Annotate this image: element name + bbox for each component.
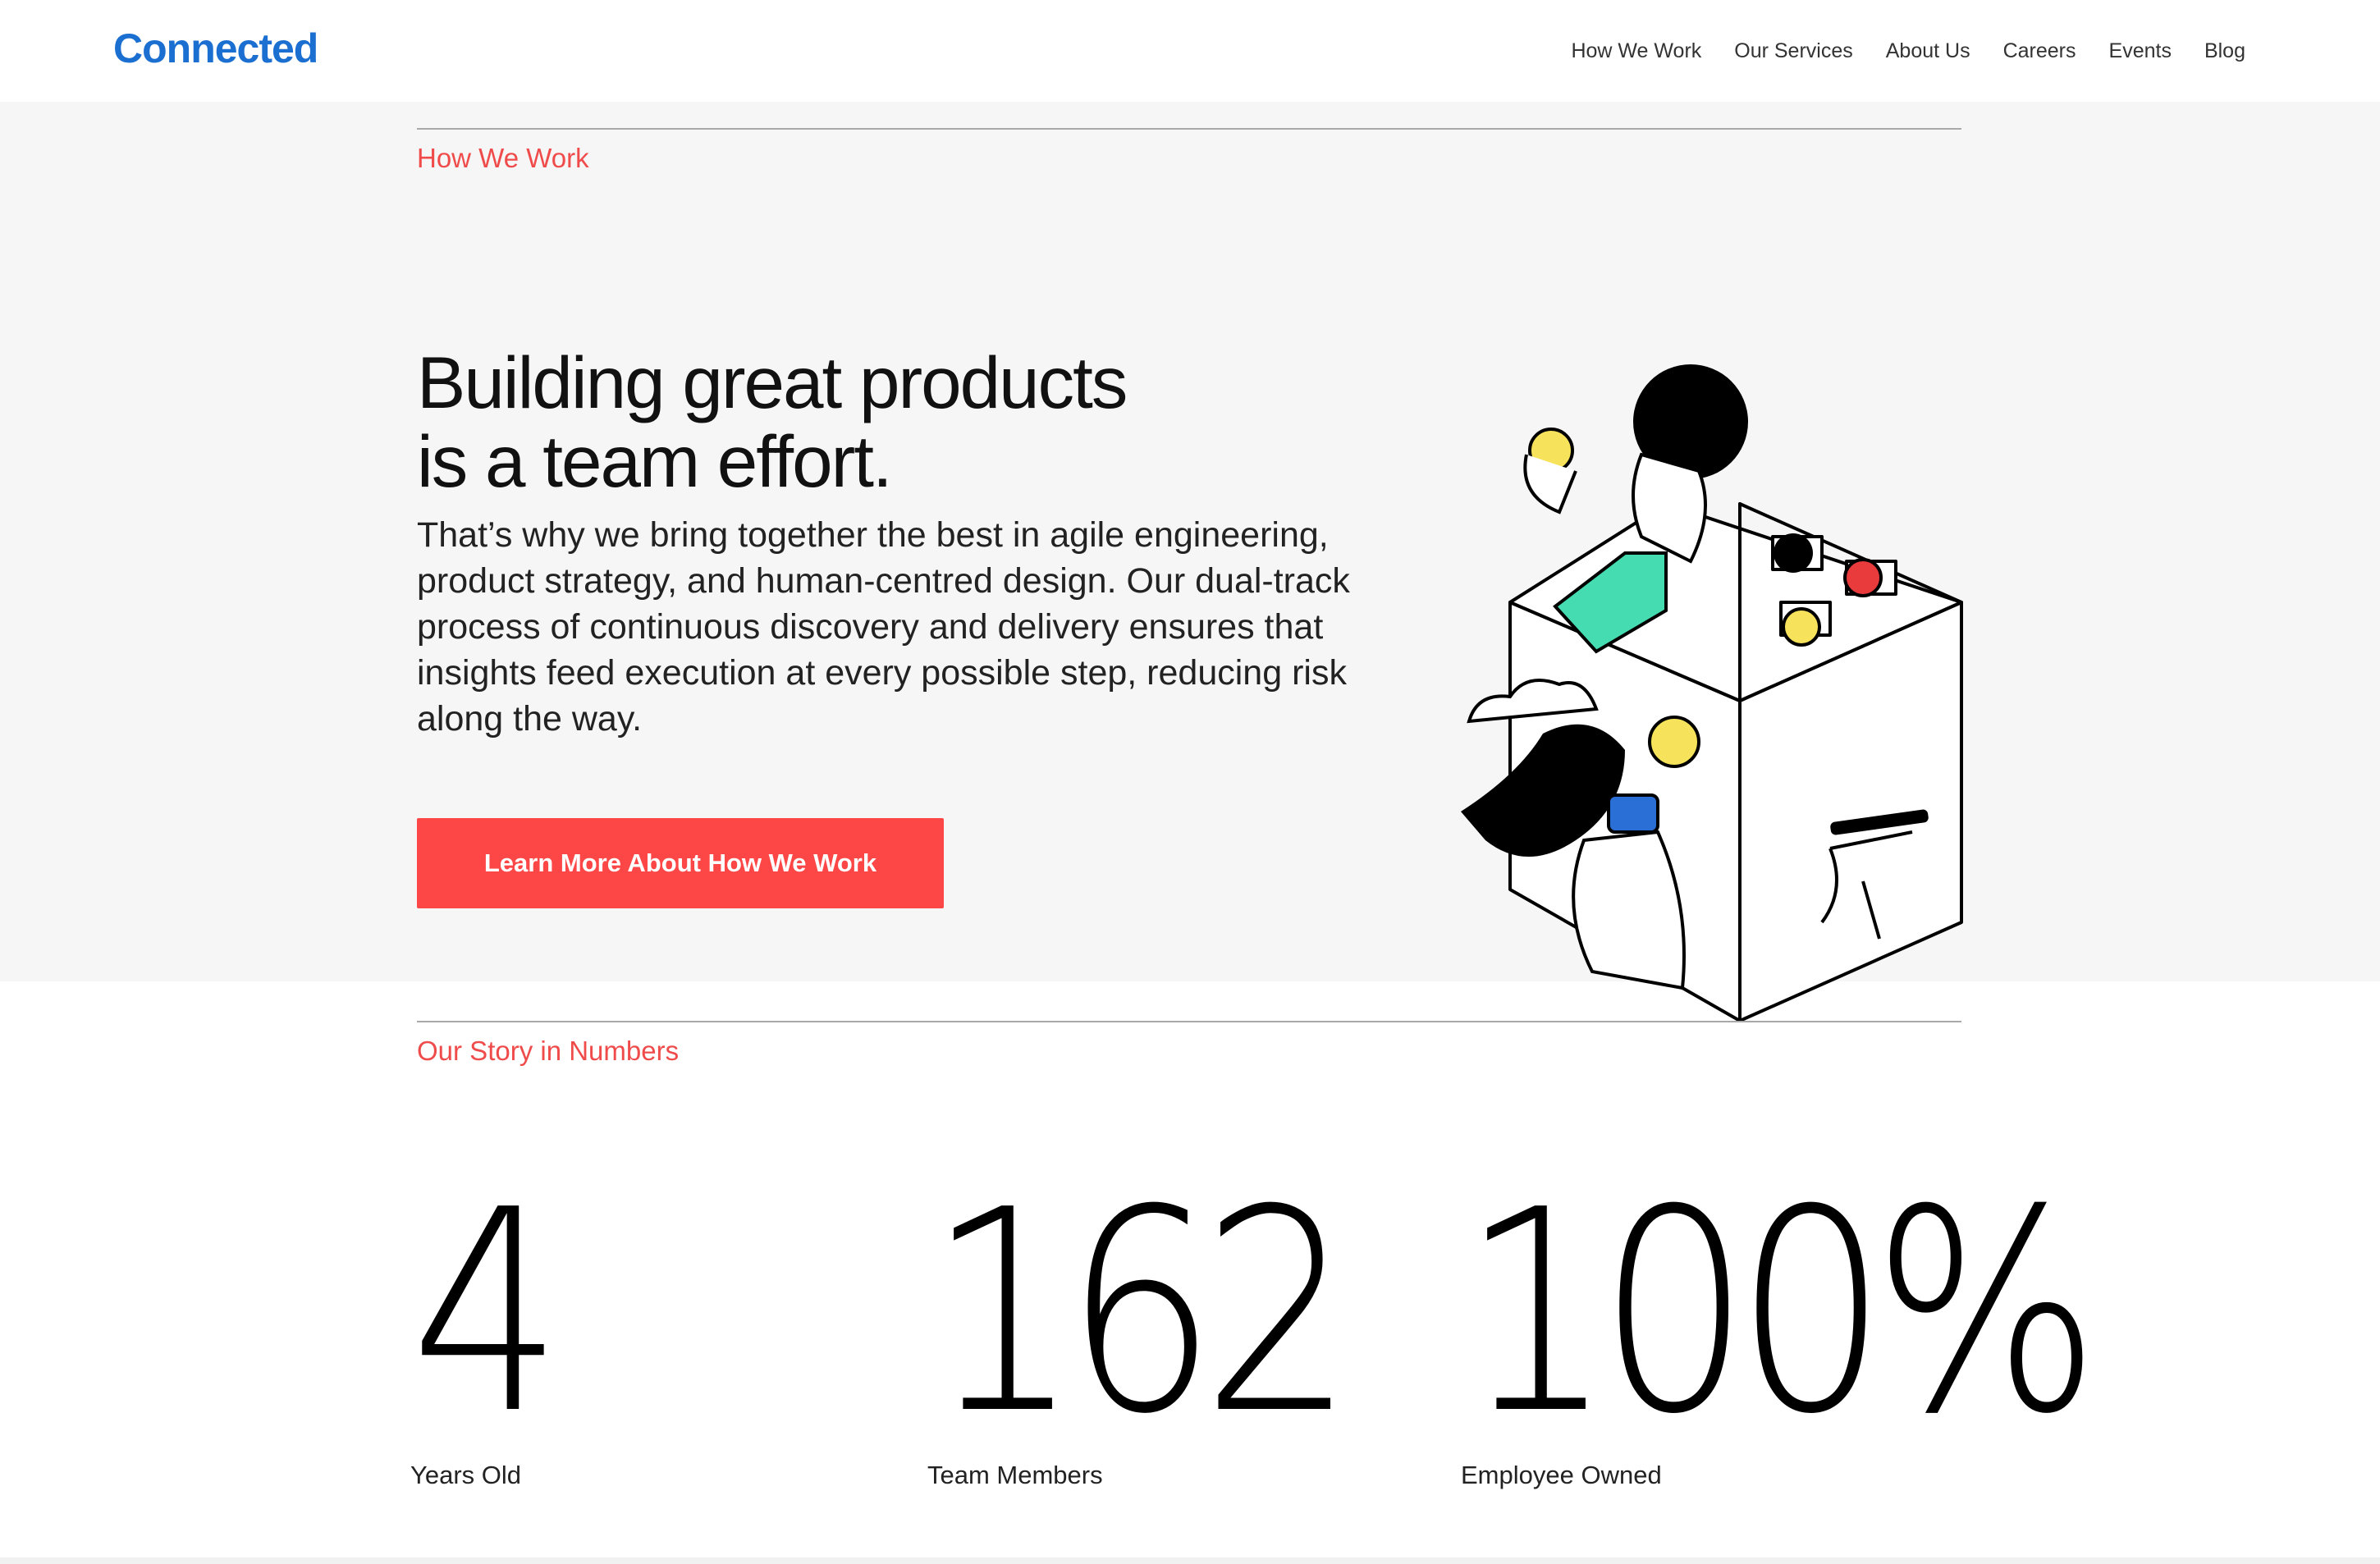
- main-nav: How We Work Our Services About Us Career…: [1571, 36, 2245, 66]
- nav-about-us[interactable]: About Us: [1886, 36, 1970, 66]
- svg-text:Connected: Connected: [113, 28, 318, 69]
- headline-line-1: Building great products: [417, 341, 1128, 423]
- hero-description: That’s why we bring together the best in…: [417, 515, 1350, 739]
- stat-years-old: 4 Years Old: [410, 1150, 570, 1489]
- stat-caption: Employee Owned: [1461, 1461, 1662, 1489]
- stat-value: 4: [410, 1150, 563, 1475]
- stat-caption: Team Members: [927, 1461, 1103, 1489]
- footer-divider: [0, 1557, 2380, 1564]
- section-divider: [417, 128, 1961, 130]
- team-collaboration-illustration: [1461, 364, 1963, 1021]
- nav-blog[interactable]: Blog: [2204, 36, 2245, 66]
- nav-careers[interactable]: Careers: [2003, 36, 2076, 66]
- connected-wordmark-icon: Connected: [113, 28, 318, 69]
- stat-value: 100%: [1461, 1150, 2100, 1475]
- how-we-work-section: How We Work Building great products is a…: [0, 102, 2380, 1021]
- nav-how-we-work[interactable]: How We Work: [1571, 36, 1701, 66]
- nav-events[interactable]: Events: [2109, 36, 2172, 66]
- stat-employee-owned: 100% Employee Owned: [1461, 1150, 2186, 1489]
- nav-our-services[interactable]: Our Services: [1734, 36, 1852, 66]
- section-divider: [417, 1021, 1961, 1022]
- top-navigation-bar: Connected How We Work Our Services About…: [0, 0, 2380, 102]
- stat-caption: Years Old: [410, 1461, 521, 1489]
- headline-line-2: is a team effort.: [417, 420, 893, 502]
- learn-more-button[interactable]: Learn More About How We Work: [417, 818, 944, 908]
- connected-logo[interactable]: Connected: [113, 28, 327, 69]
- section-label: How We Work: [417, 143, 589, 173]
- stat-value: 162: [927, 1150, 1354, 1475]
- section-label: Our Story in Numbers: [417, 1036, 680, 1066]
- stat-team-members: 162 Team Members: [927, 1150, 1406, 1489]
- hero-headline: Building great products is a team effort…: [417, 343, 1320, 501]
